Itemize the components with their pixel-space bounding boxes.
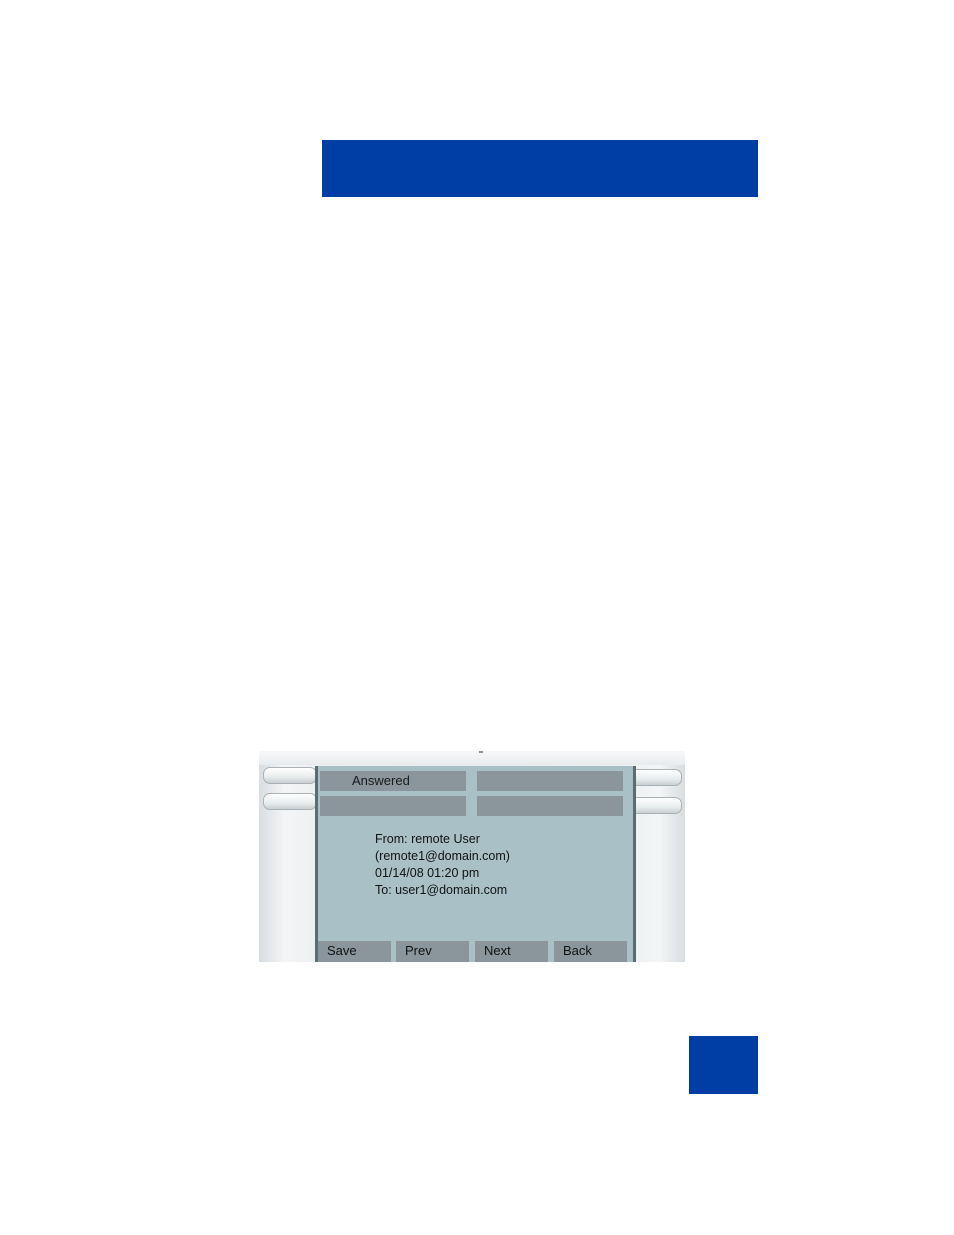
page-number-tab xyxy=(689,1036,758,1094)
bezel-notch xyxy=(479,751,483,753)
left-line-key-1[interactable] xyxy=(263,767,317,784)
next-softkey[interactable]: Next xyxy=(475,941,548,962)
line-key-bottom-right[interactable] xyxy=(477,796,623,816)
save-softkey-label: Save xyxy=(327,943,357,958)
next-softkey-label: Next xyxy=(484,943,511,958)
line-key-answered[interactable]: Answered xyxy=(320,771,466,791)
phone-display-device: Answered From: remote User (remote1@doma… xyxy=(259,751,685,962)
line-key-top-right[interactable] xyxy=(477,771,623,791)
line-key-bottom-left[interactable] xyxy=(320,796,466,816)
message-from: From: remote User xyxy=(375,832,480,846)
message-from-address: (remote1@domain.com) xyxy=(375,849,510,863)
prev-softkey[interactable]: Prev xyxy=(396,941,469,962)
message-datetime: 01/14/08 01:20 pm xyxy=(375,866,480,880)
back-softkey-label: Back xyxy=(563,943,592,958)
save-softkey[interactable]: Save xyxy=(318,941,391,962)
back-softkey[interactable]: Back xyxy=(554,941,627,962)
chapter-header-bar xyxy=(322,140,758,197)
message-to: To: user1@domain.com xyxy=(375,883,508,897)
right-line-key-1[interactable] xyxy=(628,769,682,786)
prev-softkey-label: Prev xyxy=(405,943,432,958)
line-key-label: Answered xyxy=(352,773,410,788)
left-line-key-2[interactable] xyxy=(263,793,317,810)
phone-lcd-screen: Answered From: remote User (remote1@doma… xyxy=(315,766,636,962)
right-line-key-2[interactable] xyxy=(628,797,682,814)
device-top-bezel xyxy=(259,751,685,765)
